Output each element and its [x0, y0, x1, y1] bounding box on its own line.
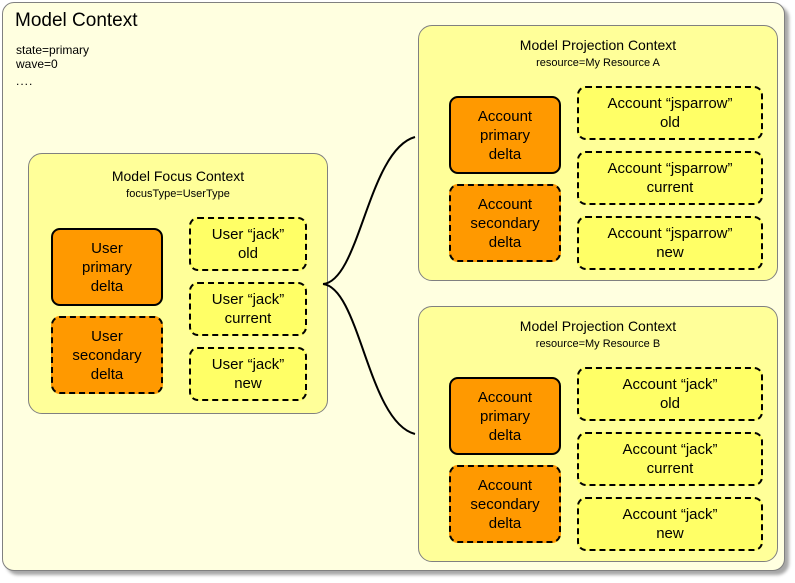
delta-line-2: primary [479, 126, 530, 144]
focus-user-state-new[interactable]: User “jack” new [189, 347, 307, 401]
delta-line-2: secondary [470, 495, 540, 513]
state-line-1: User “jack” [211, 356, 285, 373]
model-context-property-wave: wave=0 [16, 57, 58, 71]
projection-b-account-state-new[interactable]: Account “jack” new [577, 497, 763, 551]
projection-a-account-secondary-delta[interactable]: Account secondary delta [449, 184, 561, 262]
projection-a-account-state-old[interactable]: Account “jsparrow” old [577, 86, 763, 140]
projection-b-account-state-current[interactable]: Account “jack” current [577, 432, 763, 486]
state-line-2: old [659, 114, 680, 131]
state-line-1: Account “jsparrow” [607, 225, 733, 242]
model-context-container: Model Context state=primary wave=0 .... … [2, 2, 785, 571]
focus-user-state-current-label: User “jack” current [212, 290, 285, 328]
projection-a-account-primary-delta-label: Account primary delta [478, 107, 532, 164]
delta-line-1: Account [477, 476, 533, 494]
focus-user-secondary-delta-label: User secondary delta [72, 327, 141, 384]
focus-user-secondary-delta[interactable]: User secondary delta [51, 316, 163, 394]
projection-a-account-state-new-label: Account “jsparrow” new [607, 224, 732, 262]
delta-line-1: Account [477, 195, 533, 213]
delta-line-3: delta [90, 365, 124, 383]
delta-line-1: User [91, 327, 123, 345]
model-focus-context-title: Model Focus Context [111, 168, 245, 184]
delta-line-3: delta [488, 514, 522, 532]
model-context-property-state: state=primary [16, 43, 90, 57]
state-line-1: Account “jsparrow” [607, 95, 733, 112]
focus-user-state-new-label: User “jack” new [212, 355, 285, 393]
model-context-property-ellipsis: .... [16, 74, 34, 88]
model-projection-context-b-title: Model Projection Context [519, 318, 677, 334]
state-line-2: new [656, 525, 684, 542]
model-projection-context-b-panel: Model Projection Context resource=My Res… [418, 306, 778, 562]
state-line-2: old [237, 245, 258, 262]
delta-line-3: delta [488, 233, 522, 251]
delta-line-1: Account [477, 107, 533, 125]
state-line-1: User “jack” [211, 226, 285, 243]
delta-line-2: secondary [72, 346, 142, 364]
model-projection-context-a-title: Model Projection Context [519, 37, 677, 53]
state-line-2: old [659, 395, 680, 412]
state-line-1: Account “jack” [622, 441, 718, 458]
state-line-1: Account “jack” [622, 506, 718, 523]
focus-user-primary-delta[interactable]: User primary delta [51, 228, 163, 306]
projection-b-account-state-old-label: Account “jack” old [622, 375, 717, 413]
model-context-title: Model Context [15, 10, 138, 31]
projection-a-account-state-new[interactable]: Account “jsparrow” new [577, 216, 763, 270]
model-projection-context-a-subtitle: resource=My Resource A [536, 57, 660, 69]
projection-b-account-primary-delta[interactable]: Account primary delta [449, 377, 561, 455]
state-line-1: User “jack” [211, 291, 285, 308]
diagram-canvas: Model Context state=primary wave=0 .... … [0, 0, 795, 583]
model-context-properties: state=primary wave=0 .... [16, 43, 89, 88]
projection-a-account-secondary-delta-label: Account secondary delta [470, 195, 539, 252]
delta-line-1: Account [477, 388, 533, 406]
projection-a-account-state-current[interactable]: Account “jsparrow” current [577, 151, 763, 205]
delta-line-2: primary [81, 258, 132, 276]
state-line-2: current [646, 179, 694, 196]
focus-user-state-old-label: User “jack” old [212, 225, 285, 263]
projection-b-account-state-new-label: Account “jack” new [622, 505, 717, 543]
state-line-2: new [234, 375, 262, 392]
projection-a-account-state-old-label: Account “jsparrow” old [607, 94, 732, 132]
projection-b-account-secondary-delta[interactable]: Account secondary delta [449, 465, 561, 543]
projection-b-account-secondary-delta-label: Account secondary delta [470, 476, 539, 533]
delta-line-3: delta [90, 277, 124, 295]
projection-a-account-state-current-label: Account “jsparrow” current [607, 159, 732, 197]
projection-a-account-primary-delta[interactable]: Account primary delta [449, 96, 561, 174]
state-line-2: current [646, 460, 694, 477]
state-line-2: current [224, 310, 272, 327]
state-line-1: Account “jsparrow” [607, 160, 733, 177]
delta-line-1: User [91, 239, 123, 257]
delta-line-2: secondary [470, 214, 540, 232]
model-focus-context-subtitle: focusType=UserType [126, 188, 230, 200]
projection-b-account-primary-delta-label: Account primary delta [478, 388, 532, 445]
model-focus-context-panel: Model Focus Context focusType=UserType U… [28, 153, 328, 414]
delta-line-3: delta [488, 145, 522, 163]
focus-user-state-current[interactable]: User “jack” current [189, 282, 307, 336]
delta-line-3: delta [488, 426, 522, 444]
focus-user-state-old[interactable]: User “jack” old [189, 217, 307, 271]
model-projection-context-a-panel: Model Projection Context resource=My Res… [418, 25, 778, 281]
projection-b-account-state-old[interactable]: Account “jack” old [577, 367, 763, 421]
state-line-2: new [656, 244, 684, 261]
projection-b-account-state-current-label: Account “jack” current [622, 440, 717, 478]
model-projection-context-b-subtitle: resource=My Resource B [535, 338, 661, 350]
focus-user-primary-delta-label: User primary delta [82, 239, 132, 296]
delta-line-2: primary [479, 407, 530, 425]
state-line-1: Account “jack” [622, 376, 718, 393]
